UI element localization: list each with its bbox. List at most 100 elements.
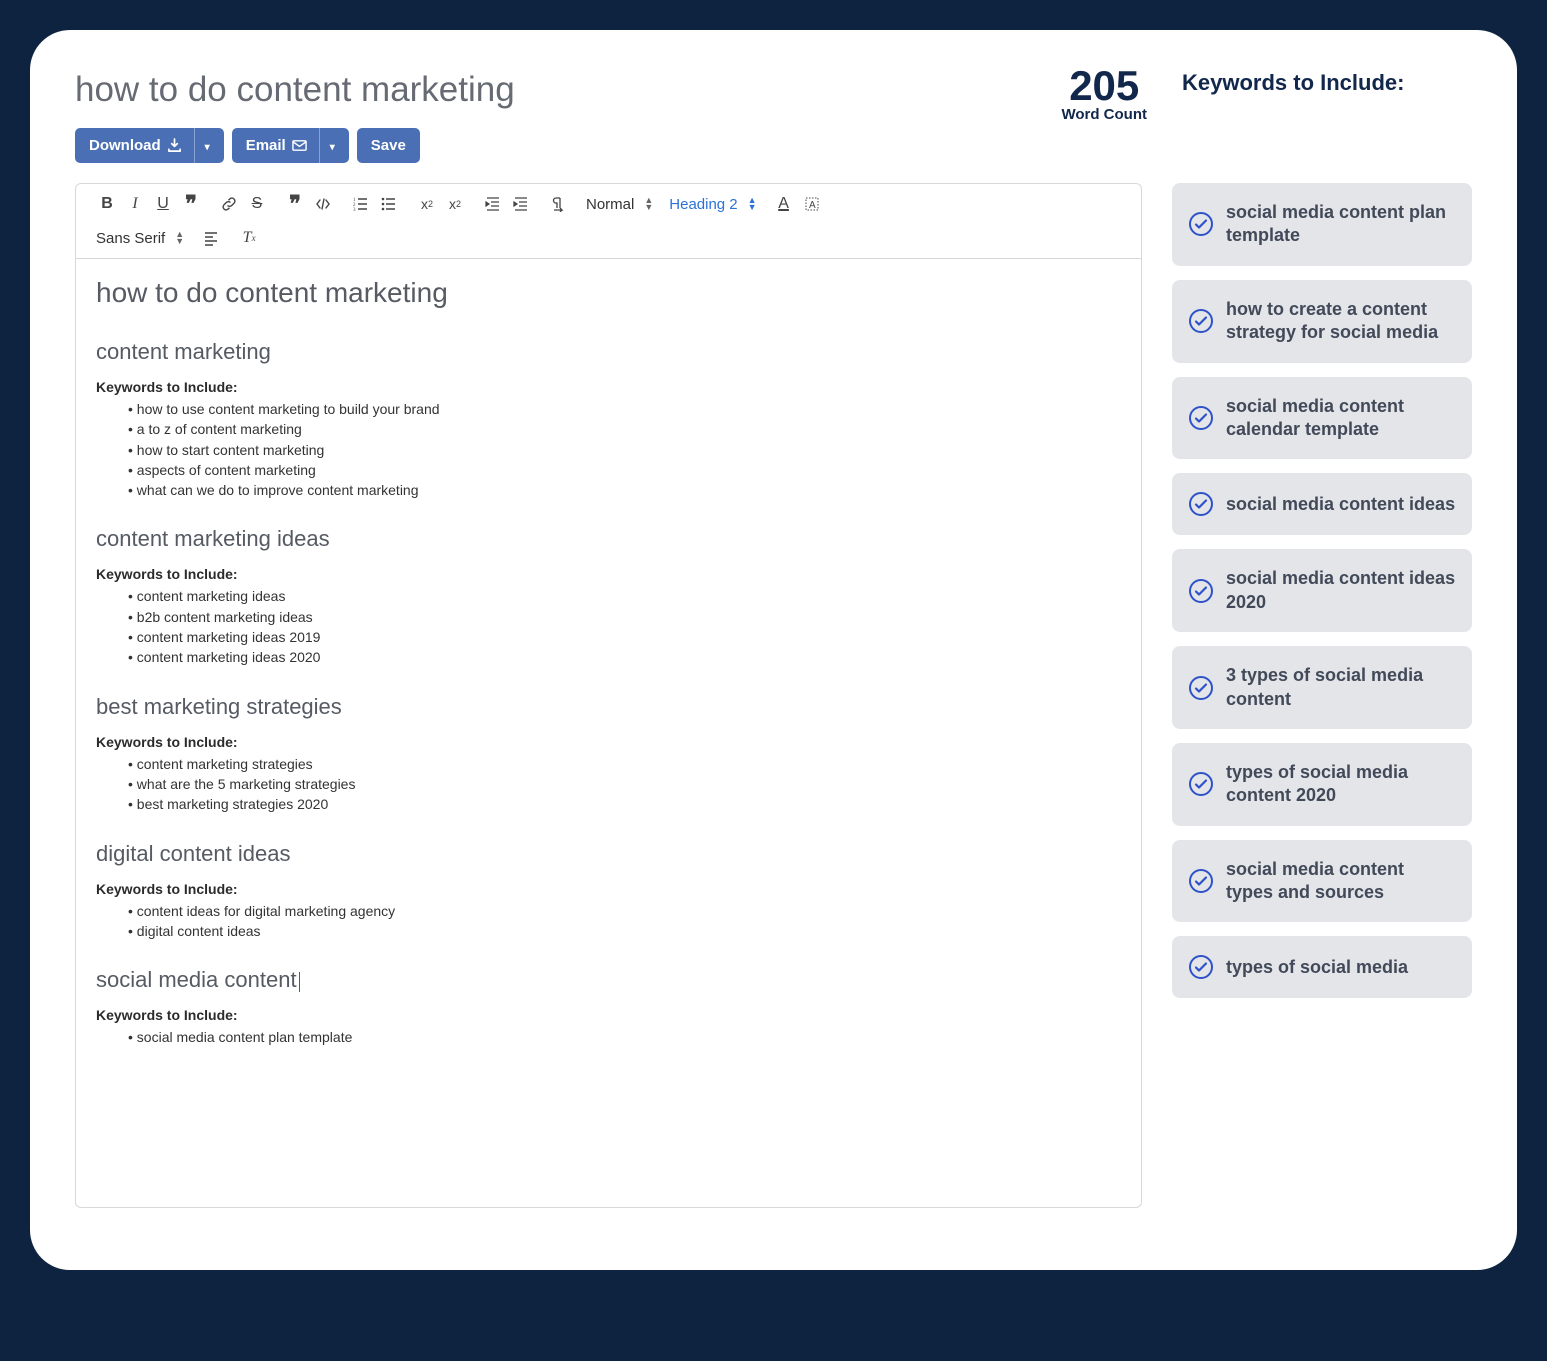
page-title: how to do content marketing	[75, 70, 1061, 110]
heading-select-value: Heading 2	[669, 196, 737, 213]
download-icon	[167, 138, 182, 153]
keyword-card-text: social media content types and sources	[1226, 858, 1456, 905]
editor-toolbar: B I U ❞ S ❞ 123 x2	[75, 183, 1142, 258]
keyword-card-text: 3 types of social media content	[1226, 664, 1456, 711]
keyword-list: content marketing ideasb2b content marke…	[96, 586, 1121, 667]
heading-select[interactable]: Heading 2 ▲▼	[661, 196, 764, 213]
select-arrows-icon: ▲▼	[748, 197, 757, 211]
document-sections: content marketing Keywords to Include: how…	[96, 339, 1121, 1047]
outdent-button[interactable]	[480, 192, 506, 216]
keywords-label: Keywords to Include:	[96, 379, 1121, 395]
section-heading: content marketing ideas	[96, 526, 1121, 552]
blockquote-button[interactable]: ❞	[178, 192, 204, 216]
envelope-icon	[292, 138, 307, 153]
font-family-select[interactable]: Sans Serif ▲▼	[88, 230, 192, 247]
text-color-button[interactable]: A	[771, 192, 797, 216]
keyword-card[interactable]: how to create a content strategy for soc…	[1172, 280, 1472, 363]
save-label: Save	[371, 137, 406, 154]
check-circle-icon	[1188, 954, 1214, 980]
word-count-label: Word Count	[1061, 106, 1147, 123]
quote-button[interactable]: ❞	[282, 192, 308, 216]
main-columns: B I U ❞ S ❞ 123 x2	[75, 183, 1472, 1208]
keyword-card-text: types of social media	[1226, 956, 1408, 979]
keywords-label: Keywords to Include:	[96, 566, 1121, 582]
clear-format-button[interactable]: Tx	[236, 226, 262, 250]
keyword-item: how to use content marketing to build yo…	[128, 399, 1121, 419]
text-cursor	[299, 972, 300, 992]
chevron-down-icon	[328, 137, 335, 154]
select-arrows-icon: ▲▼	[175, 231, 184, 245]
keyword-cards-list: social media content plan template how t…	[1172, 183, 1472, 998]
keyword-card[interactable]: social media content calendar template	[1172, 377, 1472, 460]
keyword-item: best marketing strategies 2020	[128, 794, 1121, 814]
keyword-item: what can we do to improve content market…	[128, 480, 1121, 500]
unordered-list-button[interactable]	[376, 192, 402, 216]
ordered-list-button[interactable]: 123	[348, 192, 374, 216]
editor-column: B I U ❞ S ❞ 123 x2	[75, 183, 1142, 1208]
keyword-item: what are the 5 marketing strategies	[128, 774, 1121, 794]
keyword-list: social media content plan template	[96, 1027, 1121, 1047]
svg-text:3: 3	[353, 208, 356, 212]
highlight-color-button[interactable]: A	[799, 192, 825, 216]
keyword-card-text: social media content ideas 2020	[1226, 567, 1456, 614]
keyword-card[interactable]: social media content ideas 2020	[1172, 549, 1472, 632]
underline-button[interactable]: U	[150, 192, 176, 216]
italic-button[interactable]: I	[122, 192, 148, 216]
text-direction-button[interactable]	[546, 192, 572, 216]
font-family-value: Sans Serif	[96, 230, 165, 247]
email-button[interactable]: Email	[232, 128, 349, 163]
keywords-label: Keywords to Include:	[96, 881, 1121, 897]
keyword-card[interactable]: types of social media content 2020	[1172, 743, 1472, 826]
section-heading: social media content	[96, 967, 1121, 993]
keywords-label: Keywords to Include:	[96, 734, 1121, 750]
strikethrough-button[interactable]: S	[244, 192, 270, 216]
code-block-button[interactable]	[310, 192, 336, 216]
keyword-card[interactable]: 3 types of social media content	[1172, 646, 1472, 729]
keyword-card[interactable]: social media content types and sources	[1172, 840, 1472, 923]
keyword-list: content marketing strategieswhat are the…	[96, 754, 1121, 815]
keyword-card-text: types of social media content 2020	[1226, 761, 1456, 808]
section-heading: content marketing	[96, 339, 1121, 365]
keywords-sidebar: social media content plan template how t…	[1172, 183, 1472, 1012]
check-circle-icon	[1188, 771, 1214, 797]
download-button[interactable]: Download	[75, 128, 224, 163]
bold-button[interactable]: B	[94, 192, 120, 216]
app-frame: how to do content marketing Download Ema…	[30, 30, 1517, 1270]
keyword-card-text: social media content ideas	[1226, 493, 1455, 516]
section-heading: best marketing strategies	[96, 694, 1121, 720]
check-circle-icon	[1188, 868, 1214, 894]
keyword-item: content marketing ideas	[128, 586, 1121, 606]
paragraph-style-select[interactable]: Normal ▲▼	[578, 196, 661, 213]
keyword-item: content marketing ideas 2019	[128, 627, 1121, 647]
keyword-item: social media content plan template	[128, 1027, 1121, 1047]
keyword-item: how to start content marketing	[128, 440, 1121, 460]
keyword-card-text: how to create a content strategy for soc…	[1226, 298, 1456, 345]
keyword-card-text: social media content plan template	[1226, 201, 1456, 248]
keyword-item: content marketing strategies	[128, 754, 1121, 774]
keyword-card[interactable]: types of social media	[1172, 936, 1472, 998]
keyword-item: content ideas for digital marketing agen…	[128, 901, 1121, 921]
keyword-card[interactable]: social media content plan template	[1172, 183, 1472, 266]
keyword-list: content ideas for digital marketing agen…	[96, 901, 1121, 942]
action-bar: Download Email Save	[75, 128, 1061, 163]
save-button[interactable]: Save	[357, 128, 420, 163]
select-arrows-icon: ▲▼	[644, 197, 653, 211]
check-circle-icon	[1188, 211, 1214, 237]
link-button[interactable]	[216, 192, 242, 216]
keyword-list: how to use content marketing to build yo…	[96, 399, 1121, 500]
keyword-item: b2b content marketing ideas	[128, 607, 1121, 627]
subscript-button[interactable]: x2	[414, 192, 440, 216]
download-label: Download	[89, 137, 161, 154]
keyword-card[interactable]: social media content ideas	[1172, 473, 1472, 535]
word-count-value: 205	[1061, 62, 1147, 110]
svg-text:A: A	[809, 200, 816, 211]
check-circle-icon	[1188, 405, 1214, 431]
editor-body[interactable]: how to do content marketing content mark…	[75, 258, 1142, 1208]
sidebar-title: Keywords to Include:	[1182, 70, 1472, 96]
superscript-button[interactable]: x2	[442, 192, 468, 216]
keyword-item: digital content ideas	[128, 921, 1121, 941]
indent-button[interactable]	[508, 192, 534, 216]
align-button[interactable]	[198, 226, 224, 250]
document-title: how to do content marketing	[96, 277, 1121, 309]
check-circle-icon	[1188, 308, 1214, 334]
